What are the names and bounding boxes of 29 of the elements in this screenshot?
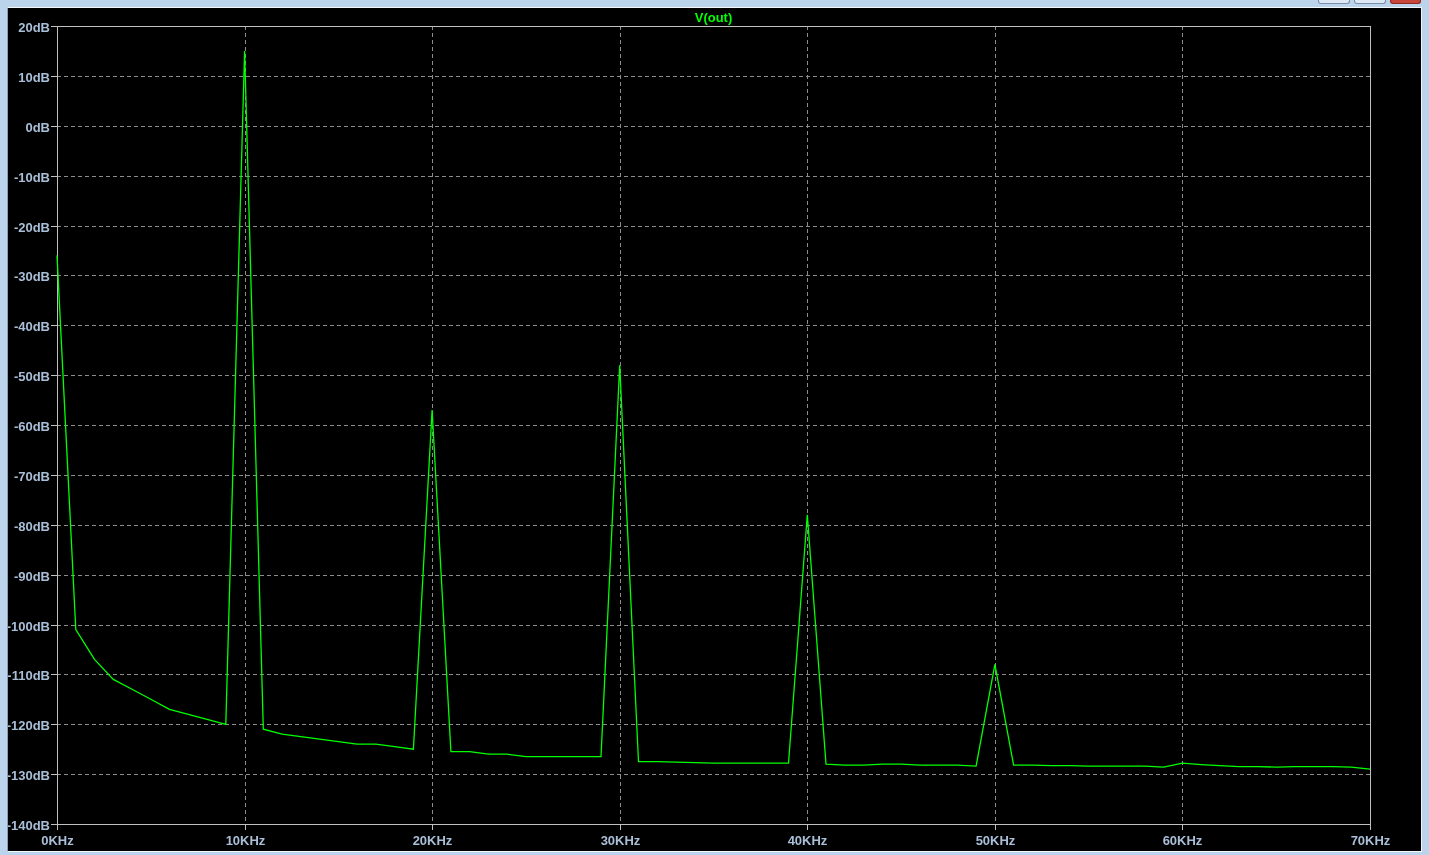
close-button[interactable] — [1390, 0, 1421, 4]
y-axis-label: -80dB — [13, 518, 50, 534]
x-axis-label: 30KHz — [600, 833, 641, 848]
x-axis-label: 60KHz — [1162, 833, 1203, 848]
minimize-button[interactable] — [1318, 0, 1350, 4]
y-axis-label: -60dB — [13, 418, 50, 434]
y-axis-label: -40dB — [13, 318, 50, 334]
x-axis-label: 70KHz — [1350, 833, 1391, 848]
chart-title: V(out) — [694, 10, 733, 25]
x-axis-label: 20KHz — [412, 833, 453, 848]
y-axis-label: -70dB — [13, 468, 50, 484]
y-axis-label: -120dB — [8, 717, 50, 733]
y-axis-label: 10dB — [18, 69, 50, 85]
y-axis-label: -140dB — [8, 817, 50, 833]
y-axis-label: -100dB — [8, 618, 50, 634]
y-axis-label: -10dB — [13, 169, 50, 185]
y-axis-label: -20dB — [13, 219, 50, 235]
y-axis-label: -110dB — [8, 667, 50, 683]
y-axis-label: -90dB — [13, 568, 50, 584]
y-axis-label: -50dB — [13, 368, 50, 384]
x-axis-label: 0KHz — [41, 833, 74, 848]
y-axis-label: 0dB — [25, 119, 50, 135]
y-axis-label: 20dB — [18, 19, 50, 35]
y-axis-label: -30dB — [13, 268, 50, 284]
y-axis-label: -130dB — [8, 767, 50, 783]
x-axis-label: 40KHz — [787, 833, 828, 848]
x-axis-label: 10KHz — [225, 833, 266, 848]
x-axis-label: 50KHz — [975, 833, 1016, 848]
maximize-button[interactable] — [1354, 0, 1386, 4]
